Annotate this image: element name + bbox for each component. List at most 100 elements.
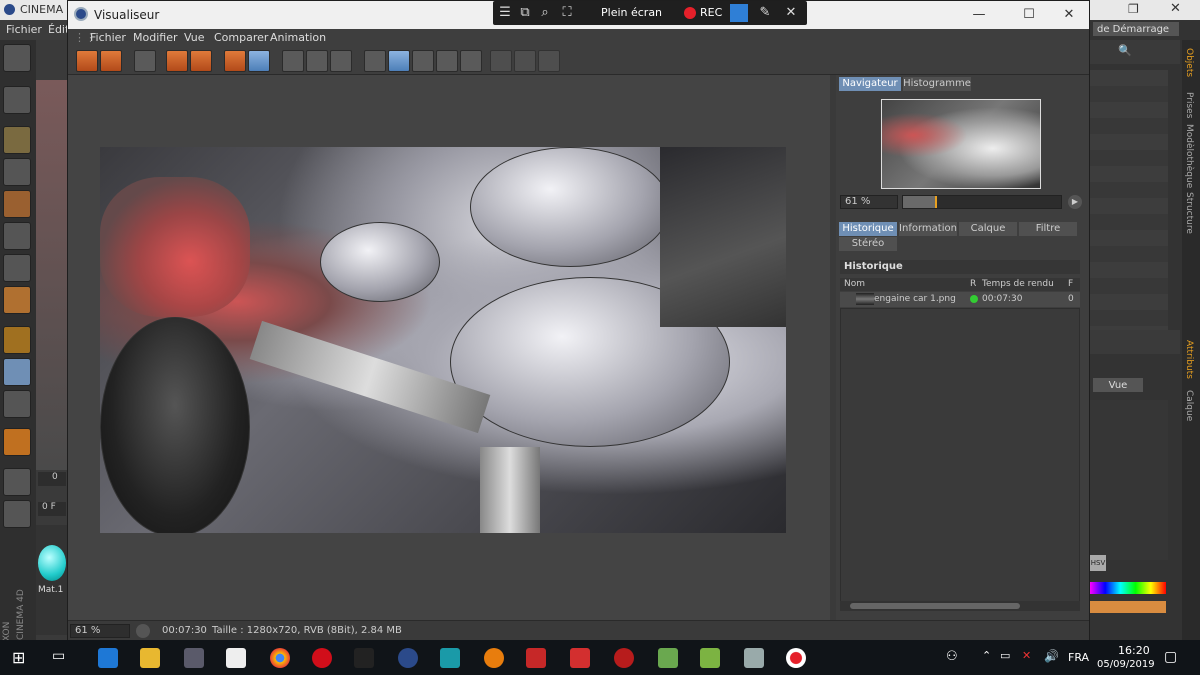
tab-modelotheque[interactable]: Modèlothèque <box>1184 124 1194 188</box>
pen-icon[interactable]: ✎ <box>757 5 773 21</box>
history-list-area[interactable] <box>840 308 1080 603</box>
menu-vue[interactable]: Vue <box>184 31 205 44</box>
people-icon[interactable]: ⚇ <box>946 649 958 664</box>
menu-modifier[interactable]: Modifier <box>133 31 177 44</box>
material-ball-icon[interactable] <box>38 545 66 581</box>
polygons-mode-icon[interactable] <box>3 286 31 314</box>
column-nom[interactable]: Nom <box>844 278 865 291</box>
ab-compare-icon[interactable] <box>364 50 386 72</box>
zoom-play-icon[interactable]: ▶ <box>1068 195 1082 209</box>
copy-icon[interactable] <box>224 50 246 72</box>
tab-historique[interactable]: Historique <box>839 222 897 236</box>
recorder-close-icon[interactable]: ✕ <box>783 5 799 21</box>
task-view-icon[interactable]: ▭ <box>52 648 72 668</box>
model-mode-icon[interactable] <box>3 86 31 114</box>
status-play-icon[interactable] <box>136 624 150 638</box>
tab-prises[interactable]: Prises <box>1184 92 1194 118</box>
column-r[interactable]: R <box>970 278 976 291</box>
store-icon[interactable] <box>184 648 204 668</box>
object-mode-icon[interactable] <box>3 126 31 154</box>
c4d-menu-fichier[interactable]: Fichier <box>6 23 42 36</box>
chevron-up-icon[interactable]: ⌃ <box>982 649 991 662</box>
notification-icon[interactable]: ▢ <box>1164 649 1177 665</box>
color-value-slider[interactable] <box>1090 601 1166 613</box>
grid-lock-icon[interactable] <box>3 468 31 496</box>
c4d-close-icon[interactable]: ✕ <box>1170 1 1181 16</box>
tweak-mouse-icon[interactable] <box>3 358 31 386</box>
clock-date[interactable]: 05/09/2019 <box>1097 659 1155 670</box>
blender-icon[interactable] <box>484 648 504 668</box>
menu-icon[interactable]: ☰ <box>497 5 513 21</box>
zoom-fit-icon[interactable] <box>514 50 536 72</box>
tab-structure[interactable]: Structure <box>1184 192 1194 234</box>
minimize-icon[interactable]: — <box>957 1 1001 29</box>
window-capture-icon[interactable]: ⧉ <box>517 5 533 21</box>
zoom-slider-handle[interactable] <box>934 196 937 208</box>
status-zoom-field[interactable]: 61 % <box>70 624 130 638</box>
c4d-restore-icon[interactable]: ❐ <box>1128 2 1139 16</box>
paste-icon[interactable] <box>248 50 270 72</box>
3dsmax-icon[interactable] <box>440 648 460 668</box>
rec-button[interactable]: REC <box>700 6 722 19</box>
camtasia-recorder-icon[interactable] <box>700 648 720 668</box>
navigator-thumbnail[interactable] <box>881 99 1041 189</box>
set-a-icon[interactable] <box>436 50 458 72</box>
file-explorer-icon[interactable] <box>140 648 160 668</box>
snap-icon[interactable] <box>3 390 31 418</box>
language-indicator[interactable]: FRA <box>1068 651 1089 664</box>
volume-icon[interactable]: 🔊 <box>1044 649 1059 663</box>
render-region-icon[interactable] <box>306 50 328 72</box>
tab-calque[interactable]: Calque <box>959 222 1017 236</box>
mail-icon[interactable] <box>226 648 246 668</box>
app-red-icon[interactable] <box>570 648 590 668</box>
hsv-button[interactable]: HSV <box>1090 555 1106 571</box>
camtasia-icon[interactable] <box>658 648 678 668</box>
render-all-icon[interactable] <box>330 50 352 72</box>
display-app-icon[interactable] <box>744 648 764 668</box>
tab-stereo[interactable]: Stéréo <box>839 237 897 251</box>
navigator-zoom-field[interactable]: 61 % <box>840 195 898 209</box>
frame-field[interactable]: 0 F <box>38 502 66 516</box>
vue-button[interactable]: Vue <box>1092 377 1144 393</box>
grid-icon[interactable] <box>134 50 156 72</box>
select-all-icon[interactable] <box>166 50 188 72</box>
table-row[interactable]: engaine car 1.png 00:07:30 0 <box>840 292 1080 307</box>
render-display-area[interactable] <box>68 75 830 620</box>
solidworks-icon[interactable] <box>526 648 546 668</box>
axis-icon[interactable] <box>3 326 31 354</box>
maximize-icon[interactable]: ☐ <box>1007 1 1051 29</box>
object-manager-list[interactable] <box>1088 70 1168 330</box>
menu-animation[interactable]: Animation <box>270 31 326 44</box>
search-icon[interactable]: 🔍 <box>1118 44 1132 57</box>
menu-comparer[interactable]: Comparer <box>214 31 268 44</box>
undo-icon[interactable] <box>3 44 31 72</box>
history-horizontal-scrollbar[interactable] <box>840 601 1080 611</box>
set-b-icon[interactable] <box>460 50 482 72</box>
layout-dropdown[interactable]: de Démarrage <box>1092 21 1180 37</box>
color-spectrum-slider[interactable] <box>1090 582 1166 594</box>
edges-mode-icon[interactable] <box>3 254 31 282</box>
history-scroll-thumb[interactable] <box>850 603 1020 609</box>
column-temps-de-rendu[interactable]: Temps de rendu <box>982 278 1054 291</box>
tab-filtre[interactable]: Filtre <box>1019 222 1077 236</box>
windows-start-icon[interactable]: ⊞ <box>12 648 32 668</box>
fullscreen-button[interactable]: Plein écran <box>601 6 662 19</box>
open-file-icon[interactable] <box>76 50 98 72</box>
tab-calque[interactable]: Calque <box>1184 390 1194 421</box>
opera-icon[interactable] <box>312 648 332 668</box>
close-icon[interactable]: ✕ <box>1047 1 1091 29</box>
clock-time[interactable]: 16:20 <box>1118 644 1150 657</box>
app-circle-icon[interactable] <box>614 648 634 668</box>
workplane-icon[interactable] <box>3 500 31 528</box>
region-capture-icon[interactable]: ⌕ <box>537 5 553 21</box>
ab-swap-icon[interactable] <box>412 50 434 72</box>
column-f[interactable]: F <box>1068 278 1073 291</box>
tab-histogramme[interactable]: Histogramme <box>903 77 971 91</box>
media-app-icon[interactable] <box>354 648 374 668</box>
points-mode-icon[interactable] <box>3 222 31 250</box>
user-icon[interactable] <box>190 50 212 72</box>
save-icon[interactable] <box>100 50 122 72</box>
tab-objets[interactable]: Objets <box>1184 48 1194 77</box>
actual-size-icon[interactable] <box>538 50 560 72</box>
chrome-icon[interactable] <box>270 648 290 668</box>
